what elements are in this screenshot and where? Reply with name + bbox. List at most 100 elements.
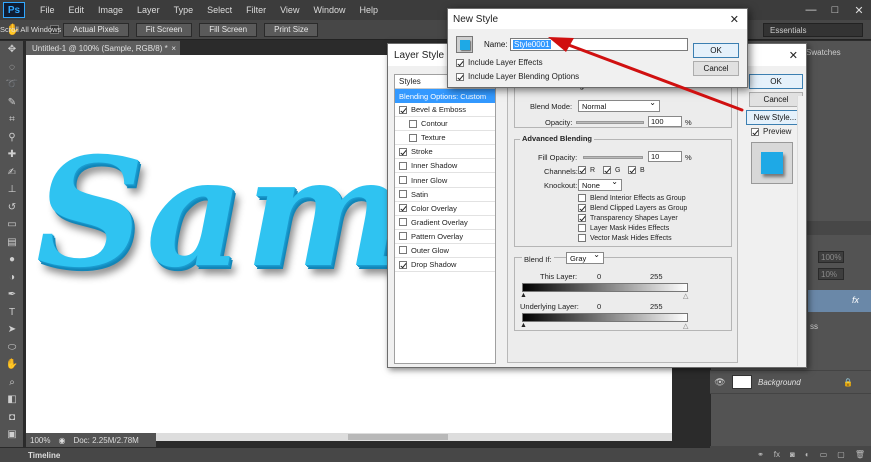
eraser-tool-icon[interactable]: ▭ [0,216,24,234]
checkbox[interactable] [399,161,407,170]
style-item-outer-glow[interactable]: Outer Glow [395,244,495,259]
this-layer-white-handle[interactable]: △ [683,292,688,300]
zoom-level[interactable]: 100% [30,436,50,445]
checkbox-checked[interactable] [751,127,759,136]
underlying-white-handle[interactable]: △ [683,322,688,330]
eyedropper-tool-icon[interactable]: ⚲ [0,129,24,147]
menu-type[interactable]: Type [167,5,201,15]
style-item-contour[interactable]: Contour [395,117,495,132]
menu-file[interactable]: File [33,5,62,15]
print-size-button[interactable]: Print Size [264,22,319,37]
include-layer-effects-row[interactable]: Include Layer Effects [456,58,543,67]
link-layers-icon[interactable]: ⚭ [757,450,764,459]
healing-tool-icon[interactable]: ✚ [0,146,24,164]
crop-tool-icon[interactable]: ⌗ [0,111,24,129]
eye-icon[interactable]: 👁 [710,377,730,388]
maximize-icon[interactable]: □ [823,0,847,20]
close-tab-icon[interactable]: × [171,44,176,53]
workspace-select[interactable]: Essentials [763,23,863,37]
checkbox[interactable] [399,176,407,185]
new-style-ok-button[interactable]: OK [693,43,739,58]
checkbox-checked[interactable] [399,147,407,156]
gradient-tool-icon[interactable]: ▤ [0,234,24,252]
menu-select[interactable]: Select [200,5,239,15]
actual-pixels-button[interactable]: Actual Pixels [63,22,129,37]
marquee-tool-icon[interactable]: ◌ [0,59,24,77]
checkbox-checked[interactable] [456,72,464,81]
zoom-tool-icon[interactable]: ⌕ [0,374,24,392]
style-item-drop-shadow[interactable]: Drop Shadow [395,258,495,273]
style-item-stroke[interactable]: Stroke [395,145,495,160]
style-item-bevel-emboss[interactable]: Bevel & Emboss [395,103,495,118]
layer-style-cancel-button[interactable]: Cancel [749,92,803,107]
checkbox-checked[interactable] [399,260,407,269]
style-item-satin[interactable]: Satin [395,188,495,202]
checkbox[interactable] [409,133,417,142]
layer-mask-hides-option[interactable]: Layer Mask Hides Effects [578,224,669,232]
knockout-select[interactable]: None [578,177,622,191]
document-tab[interactable]: Untitled-1 @ 100% (Sample, RGB/8) * × [26,41,180,55]
fill-opacity-input[interactable]: 10 [648,151,682,162]
channel-b[interactable]: B [628,166,645,174]
add-mask-icon[interactable]: ◙ [790,450,795,459]
new-style-button[interactable]: New Style... [746,110,804,125]
style-name-input[interactable]: Style0001 [510,38,688,51]
scrollbar-thumb[interactable] [348,434,448,440]
quick-select-tool-icon[interactable]: ✎ [0,94,24,112]
checkbox-checked[interactable] [578,214,586,222]
menu-layer[interactable]: Layer [130,5,167,15]
checkbox-checked[interactable] [578,204,586,212]
fx-icon[interactable]: fx [852,295,859,305]
checkbox-checked[interactable] [399,105,407,114]
style-item-inner-glow[interactable]: Inner Glow [395,173,495,188]
menu-image[interactable]: Image [91,5,130,15]
pen-tool-icon[interactable]: ✒ [0,286,24,304]
menu-edit[interactable]: Edit [62,5,92,15]
selected-text-layer[interactable]: fx [808,290,871,312]
vector-mask-hides-option[interactable]: Vector Mask Hides Effects [578,234,672,242]
menu-filter[interactable]: Filter [239,5,273,15]
fill-field[interactable]: 10% [818,268,844,280]
blend-if-select[interactable]: Gray [566,250,604,264]
path-select-tool-icon[interactable]: ➤ [0,321,24,339]
shape-tool-icon[interactable]: ⬭ [0,339,24,357]
fill-screen-button[interactable]: Fill Screen [199,22,258,37]
move-tool-icon[interactable]: ✥ [0,41,24,59]
blend-mode-select[interactable]: Normal [578,98,660,112]
dodge-tool-icon[interactable]: ◑ [0,269,24,287]
delete-layer-icon[interactable]: 🗑 [855,450,865,459]
opacity-slider[interactable] [576,121,644,124]
checkbox[interactable] [399,232,407,241]
screen-mode-icon[interactable]: ▣ [0,426,24,444]
style-item-inner-shadow[interactable]: Inner Shadow [395,159,495,174]
type-tool-icon[interactable]: T [0,304,24,322]
this-layer-black-handle[interactable]: ▲ [520,292,527,299]
status-info-icon[interactable]: ◉ [58,436,65,445]
channel-r[interactable]: R [578,166,595,174]
add-style-icon[interactable]: fx [774,450,780,459]
opacity-field[interactable]: 100% [818,251,844,263]
layer-style-ok-button[interactable]: OK [749,74,803,89]
checkbox[interactable] [399,218,407,227]
this-layer-gradient-slider[interactable] [522,283,688,292]
checkbox-checked[interactable] [603,166,611,174]
blending-options-item[interactable]: Blending Options: Custom [395,89,495,103]
style-item-gradient-overlay[interactable]: Gradient Overlay [395,216,495,230]
close-icon[interactable]: ✕ [730,13,739,26]
channel-g[interactable]: G [603,166,620,174]
blur-tool-icon[interactable]: ● [0,251,24,269]
new-group-icon[interactable]: ▭ [820,450,828,459]
underlying-layer-gradient-slider[interactable] [522,313,688,322]
checkbox[interactable] [578,234,586,242]
new-style-cancel-button[interactable]: Cancel [693,61,739,76]
checkbox[interactable] [399,190,407,199]
new-layer-icon[interactable]: ▢ [837,450,845,459]
transparency-shapes-option[interactable]: Transparency Shapes Layer [578,214,678,222]
blend-clipped-layers-option[interactable]: Blend Clipped Layers as Group [578,204,687,212]
swatches-tab[interactable]: Swatches [806,48,841,57]
checkbox-checked[interactable] [578,166,586,174]
background-layer-row[interactable]: 👁 Background 🔒 [710,370,871,394]
timeline-panel-tab[interactable]: Timeline [0,447,710,462]
lasso-tool-icon[interactable]: ➰ [0,76,24,94]
hand-tool-icon[interactable]: ✋ [0,356,24,374]
